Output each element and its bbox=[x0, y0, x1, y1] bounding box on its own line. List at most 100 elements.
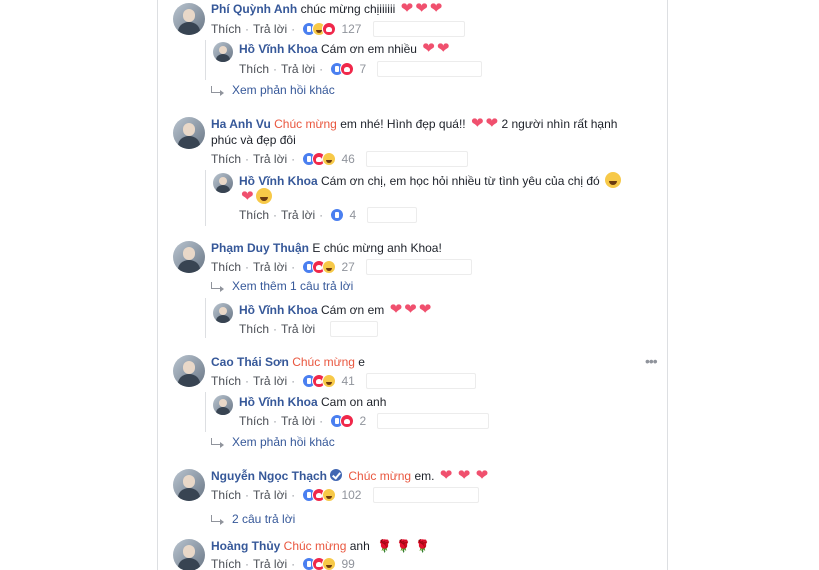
heart-icon: ❤ bbox=[400, 0, 414, 17]
like-link[interactable]: Thích bbox=[211, 488, 241, 502]
comment-text: Cám ơn chị, em học hỏi nhiều từ tình yêu… bbox=[321, 174, 600, 188]
reaction-count[interactable]: 46 bbox=[341, 152, 354, 166]
reaction-count[interactable]: 4 bbox=[349, 208, 356, 222]
avatar[interactable] bbox=[173, 3, 205, 35]
reply-link[interactable]: Trả lời bbox=[253, 488, 287, 502]
comment-body: Phí Quỳnh Anh chúc mừng chịiiiiii ❤ ❤ ❤ bbox=[211, 1, 442, 17]
like-link[interactable]: Thích bbox=[239, 208, 269, 222]
thread-line bbox=[205, 40, 206, 80]
rose-icon: 🌹 bbox=[377, 539, 393, 553]
reactions-icon[interactable] bbox=[330, 62, 356, 76]
reply-link[interactable]: Trả lời bbox=[281, 62, 315, 76]
avatar[interactable] bbox=[173, 539, 205, 570]
like-link[interactable]: Thích bbox=[211, 152, 241, 166]
avatar[interactable] bbox=[173, 469, 205, 501]
heart-icon: ❤ bbox=[439, 467, 453, 484]
commenter-name[interactable]: Phạm Duy Thuận bbox=[211, 241, 309, 255]
comment-body: Nguyễn Ngọc Thạch Chúc mừng em. ❤ ❤ ❤ bbox=[211, 468, 488, 484]
avatar[interactable] bbox=[213, 173, 233, 193]
view-more-replies-link[interactable]: Xem phản hồi khác bbox=[211, 435, 335, 449]
avatar[interactable] bbox=[213, 395, 233, 415]
reactions-icon[interactable] bbox=[302, 260, 338, 274]
like-link[interactable]: Thích bbox=[239, 322, 269, 336]
comment-actions: Thích · Trả lời · 7 bbox=[239, 61, 483, 77]
avatar[interactable] bbox=[173, 117, 205, 149]
avatar[interactable] bbox=[173, 355, 205, 387]
comment-text: chúc mừng chịiiiiii bbox=[300, 2, 396, 16]
reply-link[interactable]: Trả lời bbox=[253, 260, 287, 274]
comment-actions: Thích · Trả lời bbox=[239, 321, 379, 337]
commenter-name[interactable]: Hồ Vĩnh Khoa bbox=[239, 303, 318, 317]
more-options-icon[interactable]: ••• bbox=[645, 353, 658, 369]
laughing-emoji-icon bbox=[605, 172, 622, 188]
avatar[interactable] bbox=[213, 303, 233, 323]
reactions-icon[interactable] bbox=[302, 488, 338, 502]
reply-link[interactable]: Trả lời bbox=[253, 374, 287, 388]
reaction-count[interactable]: 27 bbox=[341, 260, 354, 274]
reaction-count[interactable]: 2 bbox=[359, 414, 366, 428]
comment-body: Cao Thái Sơn Chúc mừng e bbox=[211, 354, 365, 370]
reaction-count[interactable]: 41 bbox=[341, 374, 354, 388]
view-more-replies-link[interactable]: Xem phản hồi khác bbox=[211, 83, 335, 97]
rose-icon: 🌹 bbox=[415, 539, 430, 553]
reply-body: Hồ Vĩnh Khoa Cam on anh bbox=[239, 394, 386, 410]
commenter-name[interactable]: Nguyễn Ngọc Thạch bbox=[211, 469, 327, 483]
reply-link[interactable]: Trả lời bbox=[253, 22, 287, 36]
comment-text-continued: phúc và đẹp đôi bbox=[211, 133, 296, 147]
laughing-emoji-icon bbox=[255, 188, 272, 204]
commenter-name[interactable]: Hồ Vĩnh Khoa bbox=[239, 42, 318, 56]
like-link[interactable]: Thích bbox=[211, 374, 241, 388]
commenter-name[interactable]: Hồ Vĩnh Khoa bbox=[239, 395, 318, 409]
reactions-icon[interactable] bbox=[330, 414, 356, 428]
reactions-icon[interactable] bbox=[330, 208, 346, 222]
comments-panel: Phí Quỳnh Anh chúc mừng chịiiiiii ❤ ❤ ❤ Th… bbox=[157, 0, 668, 570]
comment-text: Cam on anh bbox=[321, 395, 387, 409]
like-link[interactable]: Thích bbox=[239, 62, 269, 76]
comment-body: Phạm Duy Thuận E chúc mừng anh Khoa! bbox=[211, 240, 442, 256]
like-link[interactable]: Thích bbox=[211, 22, 241, 36]
reply-link[interactable]: Trả lời bbox=[253, 152, 287, 166]
reactions-icon[interactable] bbox=[302, 557, 338, 570]
mention-text: Chúc mừng bbox=[274, 117, 337, 131]
comment-body: Hoàng Thủy Chúc mừng anh 🌹 🌹 🌹 bbox=[211, 538, 430, 554]
reactions-icon[interactable] bbox=[302, 22, 338, 36]
comment-actions: Thích · Trả lời · 27 bbox=[211, 259, 473, 275]
heart-icon: ❤ bbox=[415, 0, 428, 17]
heart-icon: ❤ bbox=[470, 115, 484, 132]
like-link[interactable]: Thích bbox=[211, 260, 241, 274]
reply-arrow-icon bbox=[211, 438, 224, 448]
reply-arrow-icon bbox=[211, 86, 224, 96]
view-replies-link[interactable]: 2 câu trả lời bbox=[211, 512, 295, 526]
like-link[interactable]: Thích bbox=[239, 414, 269, 428]
commenter-name[interactable]: Ha Anh Vu bbox=[211, 117, 271, 131]
reaction-count[interactable]: 99 bbox=[341, 557, 354, 570]
reply-link[interactable]: Trả lời bbox=[281, 322, 315, 336]
reactions-icon[interactable] bbox=[302, 152, 338, 166]
avatar[interactable] bbox=[213, 42, 233, 62]
reaction-count[interactable]: 102 bbox=[341, 488, 361, 502]
commenter-name[interactable]: Hồ Vĩnh Khoa bbox=[239, 174, 318, 188]
avatar[interactable] bbox=[173, 241, 205, 273]
heart-icon: ❤ bbox=[485, 115, 499, 132]
like-link[interactable]: Thích bbox=[211, 557, 241, 570]
heart-icon: ❤ bbox=[429, 0, 443, 17]
reactions-icon[interactable] bbox=[302, 374, 338, 388]
comment-actions: Thích · Trả lời · 102 bbox=[211, 487, 479, 503]
comment-text: em nhé! Hình đẹp quá!! bbox=[340, 117, 466, 131]
reaction-count[interactable]: 127 bbox=[341, 22, 361, 36]
reply-link[interactable]: Trả lời bbox=[281, 414, 315, 428]
heart-icon: ❤ bbox=[241, 188, 254, 205]
heart-icon: ❤ bbox=[422, 40, 435, 57]
commenter-name[interactable]: Cao Thái Sơn bbox=[211, 355, 289, 369]
mention-text: Chúc mừng bbox=[292, 355, 355, 369]
view-more-replies-link[interactable]: Xem thêm 1 câu trả lời bbox=[211, 279, 353, 293]
commenter-name[interactable]: Hoàng Thủy bbox=[211, 539, 280, 553]
reaction-count[interactable]: 7 bbox=[359, 62, 366, 76]
comment-body-line2: phúc và đẹp đôi bbox=[211, 132, 296, 148]
commenter-name[interactable]: Phí Quỳnh Anh bbox=[211, 2, 297, 16]
heart-icon: ❤ bbox=[418, 301, 432, 318]
reply-link[interactable]: Trả lời bbox=[253, 557, 287, 570]
reply-link[interactable]: Trả lời bbox=[281, 208, 315, 222]
reply-body: Hồ Vĩnh Khoa Cám ơn chị, em học hỏi nhiề… bbox=[239, 172, 622, 189]
comment-text: Cám ơn em nhiều bbox=[321, 42, 417, 56]
